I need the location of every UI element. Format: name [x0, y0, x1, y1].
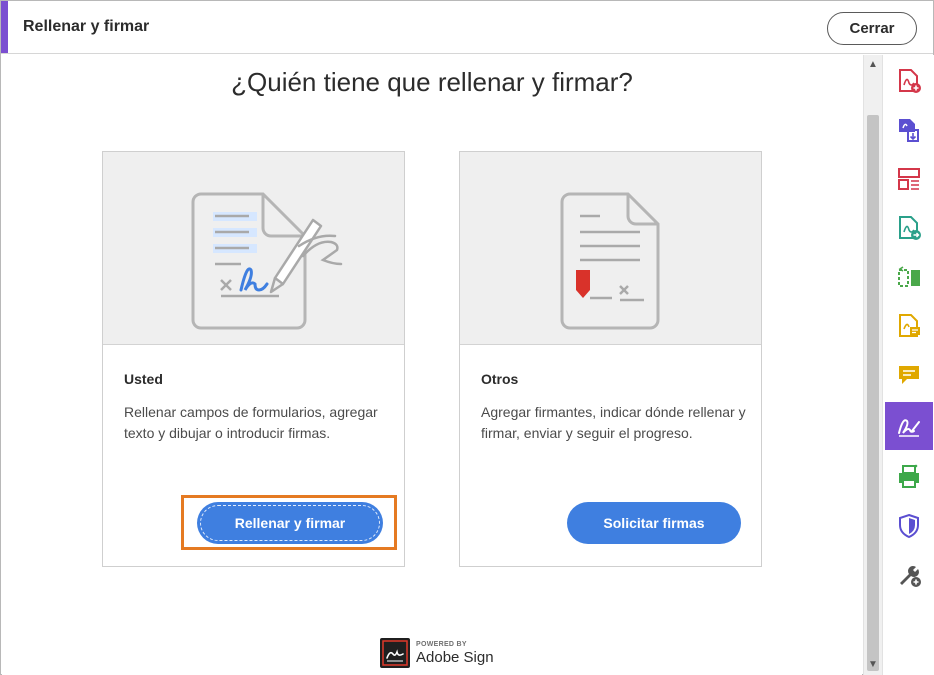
card-description: Agregar firmantes, indicar dónde rellena… [481, 404, 746, 441]
brand-label: Adobe Sign [416, 648, 494, 666]
illustration-panel [103, 152, 404, 345]
create-pdf-icon [899, 69, 921, 93]
header-bar: Rellenar y firmar Cerrar [1, 1, 933, 54]
export-pdf-icon [899, 119, 919, 142]
tool-edit-pdf[interactable] [885, 204, 933, 252]
card-title: Usted [124, 371, 163, 387]
request-signatures-button[interactable]: Solicitar firmas [567, 502, 741, 544]
adobe-sign-logo-icon [380, 638, 410, 668]
tool-fill-sign[interactable] [885, 402, 933, 450]
dialog-window: Rellenar y firmar Cerrar ¿Quién tiene qu… [0, 0, 934, 675]
close-button[interactable]: Cerrar [827, 12, 917, 45]
request-signature-document-icon [560, 192, 660, 330]
scroll-thumb[interactable] [867, 115, 879, 671]
powered-by-adobe-sign: POWERED BY Adobe Sign [380, 637, 494, 669]
tool-export-pdf[interactable] [885, 106, 933, 154]
card-you: Usted Rellenar campos de formularios, ag… [102, 151, 405, 567]
tool-comment-file[interactable] [885, 302, 933, 350]
more-tools-icon [900, 566, 921, 587]
tool-compare[interactable] [885, 253, 933, 301]
tool-organize-pages[interactable] [885, 155, 933, 203]
comment-icon [899, 366, 919, 384]
protect-icon [899, 513, 919, 539]
vertical-scrollbar[interactable]: ▲ ▼ [863, 55, 882, 675]
edit-pdf-icon [899, 216, 921, 240]
card-title: Otros [481, 371, 519, 387]
tool-protect[interactable] [885, 502, 933, 550]
card-description: Rellenar campos de formularios, agregar … [124, 404, 378, 441]
tool-more-tools[interactable] [885, 551, 933, 599]
page-title: Rellenar y firmar [23, 18, 150, 35]
tool-comment[interactable] [885, 351, 933, 399]
scroll-down-arrow-icon[interactable]: ▼ [864, 657, 882, 673]
tool-print-production[interactable] [885, 453, 933, 501]
organize-pages-icon [898, 168, 920, 190]
illustration-panel [460, 152, 761, 345]
print-production-icon [899, 464, 919, 488]
compare-icon [898, 266, 920, 287]
fill-sign-icon [898, 419, 920, 437]
fill-sign-document-icon [191, 192, 343, 330]
tool-create-pdf[interactable] [885, 57, 933, 105]
main-content: ¿Quién tiene que rellenar y firmar? Uste… [2, 55, 862, 675]
question-heading: ¿Quién tiene que rellenar y firmar? [231, 67, 633, 97]
tools-pane [882, 55, 934, 675]
scroll-up-arrow-icon[interactable]: ▲ [864, 57, 882, 73]
header-accent [1, 1, 8, 53]
card-others: Otros Agregar firmantes, indicar dónde r… [459, 151, 762, 567]
powered-by-label: POWERED BY [416, 640, 467, 648]
comment-file-icon [899, 314, 920, 337]
fill-and-sign-button[interactable]: Rellenar y firmar [197, 502, 383, 544]
